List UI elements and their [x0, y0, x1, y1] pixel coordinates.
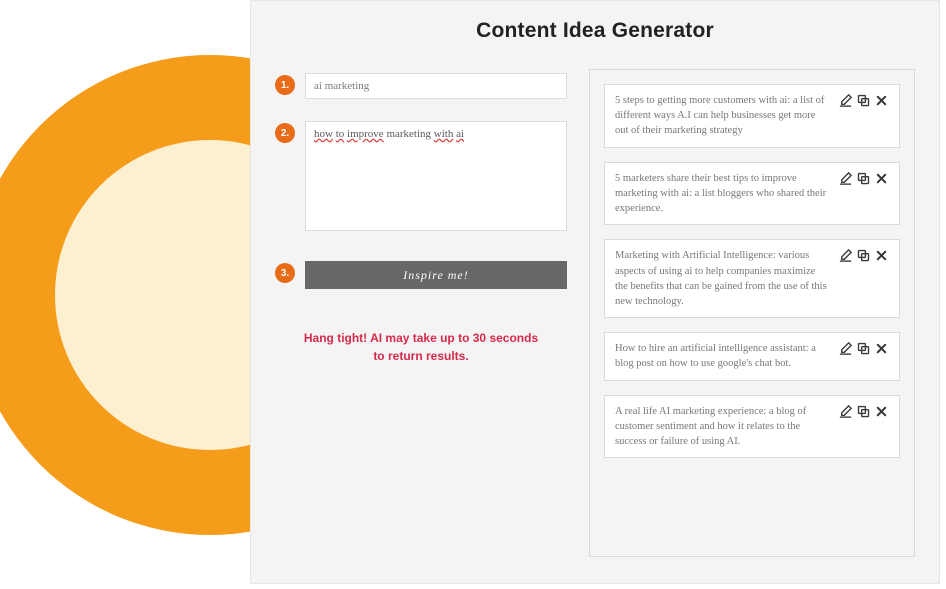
generator-card: Content Idea Generator 1. 2. how to impr…	[250, 0, 940, 584]
edit-icon[interactable]	[838, 248, 853, 263]
step-badge-2: 2.	[275, 123, 295, 143]
close-icon[interactable]	[874, 93, 889, 108]
result-text: 5 steps to getting more customers with a…	[615, 93, 830, 139]
step-2: 2. how to improve marketing with ai	[275, 121, 567, 231]
result-item: 5 marketers share their best tips to imp…	[604, 162, 900, 226]
step-badge-1: 1.	[275, 75, 295, 95]
columns: 1. 2. how to improve marketing with ai 3…	[275, 69, 915, 557]
edit-icon[interactable]	[838, 341, 853, 356]
edit-icon[interactable]	[838, 404, 853, 419]
close-icon[interactable]	[874, 171, 889, 186]
copy-icon[interactable]	[856, 341, 871, 356]
result-text: A real life AI marketing experience: a b…	[615, 404, 830, 450]
result-actions	[838, 93, 889, 108]
step-3: 3. Inspire me!	[275, 261, 567, 289]
result-item: Marketing with Artificial Intelligence: …	[604, 239, 900, 318]
edit-icon[interactable]	[838, 93, 853, 108]
close-icon[interactable]	[874, 341, 889, 356]
result-item: A real life AI marketing experience: a b…	[604, 395, 900, 459]
result-item: How to hire an artificial intelligence a…	[604, 332, 900, 380]
result-actions	[838, 404, 889, 419]
result-text: How to hire an artificial intelligence a…	[615, 341, 830, 371]
step-badge-3: 3.	[275, 263, 295, 283]
result-text: 5 marketers share their best tips to imp…	[615, 171, 830, 217]
prompt-textarea[interactable]: how to improve marketing with ai	[305, 121, 567, 231]
result-actions	[838, 248, 889, 263]
result-actions	[838, 341, 889, 356]
close-icon[interactable]	[874, 248, 889, 263]
inputs-column: 1. 2. how to improve marketing with ai 3…	[275, 69, 567, 557]
result-item: 5 steps to getting more customers with a…	[604, 84, 900, 148]
edit-icon[interactable]	[838, 171, 853, 186]
step-1: 1.	[275, 73, 567, 99]
result-text: Marketing with Artificial Intelligence: …	[615, 248, 830, 309]
copy-icon[interactable]	[856, 93, 871, 108]
close-icon[interactable]	[874, 404, 889, 419]
page-title: Content Idea Generator	[275, 19, 915, 43]
inspire-button[interactable]: Inspire me!	[305, 261, 567, 289]
copy-icon[interactable]	[856, 404, 871, 419]
copy-icon[interactable]	[856, 171, 871, 186]
status-message: Hang tight! AI may take up to 30 seconds…	[275, 329, 567, 365]
copy-icon[interactable]	[856, 248, 871, 263]
results-column: 5 steps to getting more customers with a…	[589, 69, 915, 557]
topic-input[interactable]	[305, 73, 567, 99]
result-actions	[838, 171, 889, 186]
